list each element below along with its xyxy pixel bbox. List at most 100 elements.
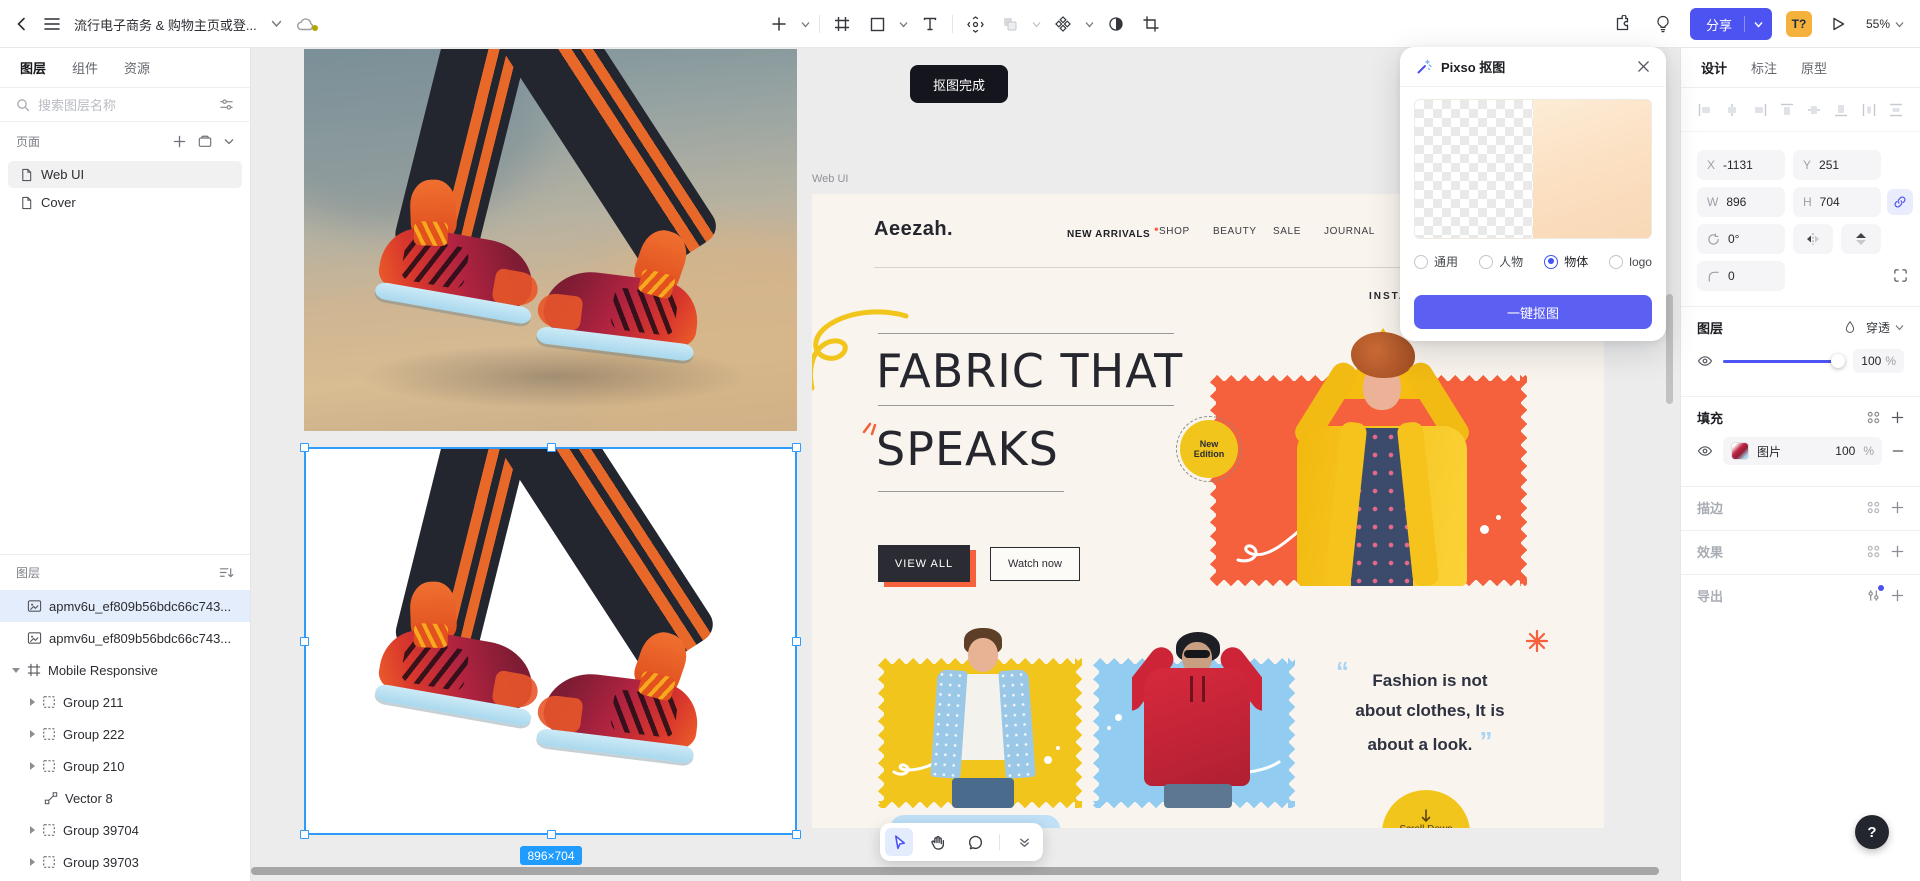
layer-row-mobile-responsive[interactable]: Mobile Responsive xyxy=(0,654,250,686)
design-nav-beauty[interactable]: BEAUTY xyxy=(1213,226,1257,237)
model-blue-shirt-photo[interactable] xyxy=(908,626,1058,808)
layer-row-image-1[interactable]: apmv6u_ef809b56bdc66c743... xyxy=(0,590,250,622)
cloud-sync-button[interactable] xyxy=(296,16,316,32)
scroll-down-indicator[interactable]: Scroll Down xyxy=(1382,790,1470,828)
layer-row-group-39704[interactable]: Group 39704 xyxy=(0,814,250,846)
x-position-field[interactable]: X-1131 xyxy=(1697,150,1785,180)
component-tool-menu[interactable] xyxy=(1085,21,1094,28)
fill-image-row[interactable]: 图片 100 % xyxy=(1723,437,1882,465)
mask-tool-button[interactable] xyxy=(1103,11,1129,37)
vertical-scrollbar[interactable] xyxy=(1666,294,1673,404)
flip-horizontal-button[interactable] xyxy=(1793,224,1833,254)
design-nav-new-arrivals[interactable]: NEW ARRIVALS • xyxy=(1067,226,1159,240)
tab-annotate[interactable]: 标注 xyxy=(1751,58,1777,77)
blend-mode-select[interactable]: 穿透 xyxy=(1866,319,1904,336)
height-field[interactable]: H704 xyxy=(1793,187,1881,217)
layer-search[interactable]: 搜索图层名称 xyxy=(0,88,250,122)
horizontal-scrollbar[interactable] xyxy=(251,867,1659,875)
tab-prototype[interactable]: 原型 xyxy=(1801,58,1827,77)
new-edition-badge[interactable]: NewEdition xyxy=(1180,420,1238,478)
headline-line1[interactable]: FABRIC THAT xyxy=(876,344,1183,398)
mode-radio-general[interactable]: 通用 xyxy=(1414,253,1458,270)
move-tool-button[interactable] xyxy=(962,11,988,37)
expand-arrow-icon[interactable] xyxy=(30,698,35,706)
model-raincoat-photo[interactable] xyxy=(1267,322,1497,586)
comment-tool-button[interactable] xyxy=(961,828,989,856)
width-field[interactable]: W896 xyxy=(1697,187,1785,217)
opacity-field[interactable]: 100 % xyxy=(1853,349,1904,373)
layer-row-image-2[interactable]: apmv6u_ef809b56bdc66c743... xyxy=(0,622,250,654)
design-logo[interactable]: Aeezah. xyxy=(874,218,953,241)
layer-sort-icon[interactable] xyxy=(219,566,234,580)
title-menu-button[interactable] xyxy=(271,20,282,28)
design-nav-shop[interactable]: SHOP xyxy=(1159,226,1190,237)
plugins-button[interactable] xyxy=(1610,11,1636,37)
text-tool-button[interactable] xyxy=(917,11,943,37)
add-page-icon[interactable] xyxy=(173,135,186,148)
align-left-icon[interactable] xyxy=(1697,102,1713,118)
layer-visibility-icon[interactable] xyxy=(1697,355,1713,367)
tab-layers[interactable]: 图层 xyxy=(20,58,46,77)
fill-visibility-icon[interactable] xyxy=(1697,445,1713,457)
design-nav-journal[interactable]: JOURNAL xyxy=(1324,226,1375,237)
crop-tool-button[interactable] xyxy=(1138,11,1164,37)
quote-text[interactable]: Fashion is not about clothes, It is abou… xyxy=(1332,666,1528,760)
frame-title[interactable]: Web UI xyxy=(812,173,848,185)
rotation-field[interactable]: 0° xyxy=(1697,224,1785,254)
design-nav-sale[interactable]: SALE xyxy=(1273,226,1301,237)
align-vertical-center-icon[interactable] xyxy=(1806,102,1822,118)
frame-tool-button[interactable] xyxy=(829,11,855,37)
view-all-button[interactable]: VIEW ALL xyxy=(878,545,970,582)
user-avatar[interactable]: T? xyxy=(1786,11,1812,37)
image-layer-sneakers-cutout[interactable] xyxy=(304,447,797,835)
component-tool-button[interactable] xyxy=(1050,11,1076,37)
share-button[interactable]: 分享 xyxy=(1690,8,1772,40)
add-effect-icon[interactable] xyxy=(1891,545,1904,558)
ideas-button[interactable] xyxy=(1650,11,1676,37)
boolean-tool-menu[interactable] xyxy=(1032,21,1041,28)
shape-tool-menu[interactable] xyxy=(899,21,908,28)
independent-corners-button[interactable] xyxy=(1893,268,1908,283)
corner-radius-field[interactable]: 0 xyxy=(1697,261,1785,291)
mode-radio-person[interactable]: 人物 xyxy=(1479,253,1523,270)
expand-arrow-icon[interactable] xyxy=(12,668,20,673)
collapse-pages-icon[interactable] xyxy=(224,138,234,145)
style-library-icon[interactable] xyxy=(1866,544,1881,559)
boolean-tool-button[interactable] xyxy=(997,11,1023,37)
select-tool-button[interactable] xyxy=(885,828,913,856)
document-title[interactable]: 流行电子商务 & 购物主页或登... xyxy=(74,15,257,34)
main-menu-button[interactable] xyxy=(44,17,60,31)
add-export-icon[interactable] xyxy=(1891,589,1904,602)
share-menu-button[interactable] xyxy=(1745,21,1772,28)
align-horizontal-center-icon[interactable] xyxy=(1724,102,1740,118)
expand-arrow-icon[interactable] xyxy=(30,858,35,866)
layer-row-vector-8[interactable]: Vector 8 xyxy=(0,782,250,814)
mode-radio-logo[interactable]: logo xyxy=(1609,253,1652,270)
shape-tool-button[interactable] xyxy=(864,11,890,37)
style-library-icon[interactable] xyxy=(1866,410,1881,425)
layer-row-group-210[interactable]: Group 210 xyxy=(0,750,250,782)
help-button[interactable]: ? xyxy=(1855,815,1889,849)
watch-now-button[interactable]: Watch now xyxy=(990,547,1080,581)
tab-components[interactable]: 组件 xyxy=(72,58,98,77)
expand-arrow-icon[interactable] xyxy=(30,730,35,738)
opacity-slider-knob[interactable] xyxy=(1831,354,1845,368)
page-item-cover[interactable]: Cover xyxy=(8,189,242,216)
page-stack-icon[interactable] xyxy=(198,135,212,148)
y-position-field[interactable]: Y251 xyxy=(1793,150,1881,180)
filter-icon[interactable] xyxy=(219,97,234,112)
layer-row-group-211[interactable]: Group 211 xyxy=(0,686,250,718)
add-fill-icon[interactable] xyxy=(1891,411,1904,424)
zoom-level-select[interactable]: 55% xyxy=(1866,17,1904,31)
present-button[interactable] xyxy=(1826,11,1852,37)
constrain-proportions-button[interactable] xyxy=(1887,189,1913,215)
export-presets-button[interactable] xyxy=(1866,588,1881,603)
hand-tool-button[interactable] xyxy=(923,828,951,856)
page-item-web-ui[interactable]: Web UI xyxy=(8,161,242,188)
image-layer-sneakers-photo[interactable] xyxy=(304,49,797,431)
insert-tool-button[interactable] xyxy=(766,11,792,37)
model-red-hoodie-photo[interactable] xyxy=(1132,632,1262,808)
flip-vertical-button[interactable] xyxy=(1841,224,1881,254)
back-button[interactable] xyxy=(14,16,30,32)
add-stroke-icon[interactable] xyxy=(1891,501,1904,514)
